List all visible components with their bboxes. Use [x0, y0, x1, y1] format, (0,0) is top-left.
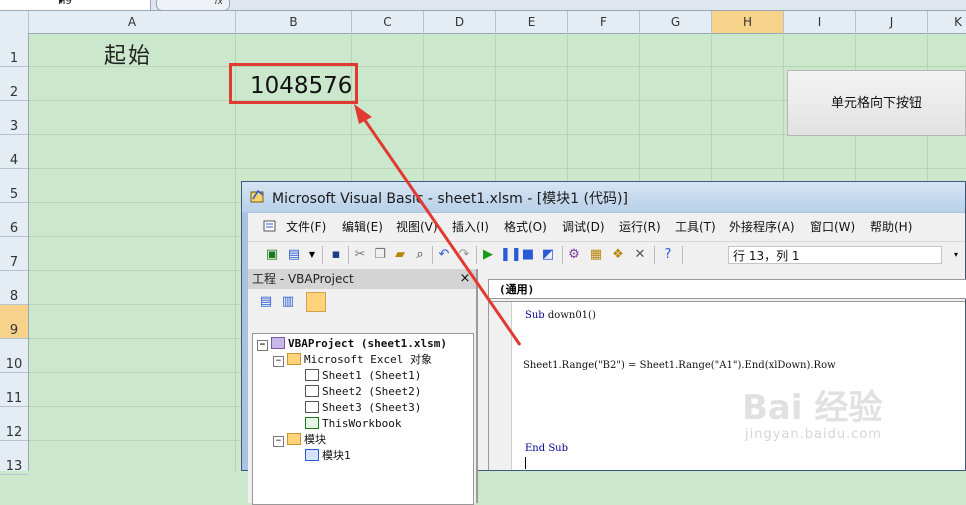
watermark-logo: Bai 经验 [742, 388, 883, 428]
watermark-url: jingyan.baidu.com [745, 427, 882, 442]
